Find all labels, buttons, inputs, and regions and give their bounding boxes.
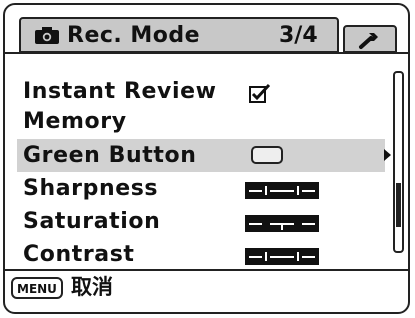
menu-item-label: Saturation [23,209,161,234]
menu-item-value [245,139,335,172]
menu-item-label: Instant Review Memory [23,79,217,134]
level-indicator-icon[interactable] [245,248,319,265]
level-indicator-icon[interactable] [245,182,319,199]
menu-item-value [245,238,335,271]
footer-action-label: 取消 [71,275,113,299]
menu-item-contrast[interactable]: Contrast [17,238,385,271]
header-divider [5,52,408,54]
scrollbar-thumb[interactable] [396,183,401,227]
menu-item-label: Sharpness [23,176,159,201]
camera-icon [35,27,59,44]
tab-rec-mode[interactable]: Rec. Mode 3/4 [19,17,339,53]
menu-button-key[interactable]: MENU [11,277,63,299]
page-indicator: 3/4 [279,23,318,48]
menu-item-value [245,205,335,238]
menu-item-value [245,172,335,205]
menu-item-label: Green Button [23,143,197,168]
menu-item-sharpness[interactable]: Sharpness [17,172,385,205]
arrow-right-icon[interactable] [383,149,391,161]
camera-lcd-screen: Rec. Mode 3/4 Instant Review Memory Gree… [3,3,410,314]
tab-setup[interactable] [343,25,397,53]
level-indicator-icon[interactable] [245,215,319,232]
green-button-icon [251,146,283,164]
menu-list: Instant Review Memory Green Button Sharp… [17,75,391,271]
menu-item-instant-review-memory[interactable]: Instant Review Memory [17,75,385,139]
menu-item-saturation[interactable]: Saturation [17,205,385,238]
scrollbar[interactable] [393,71,404,253]
checkbox-checked-icon[interactable] [249,83,271,103]
wrench-icon [359,33,378,49]
footer-divider [5,269,408,271]
menu-item-green-button[interactable]: Green Button [17,139,391,172]
menu-item-value [245,75,335,139]
menu-title: Rec. Mode [67,23,201,48]
menu-item-label: Contrast [23,242,135,267]
